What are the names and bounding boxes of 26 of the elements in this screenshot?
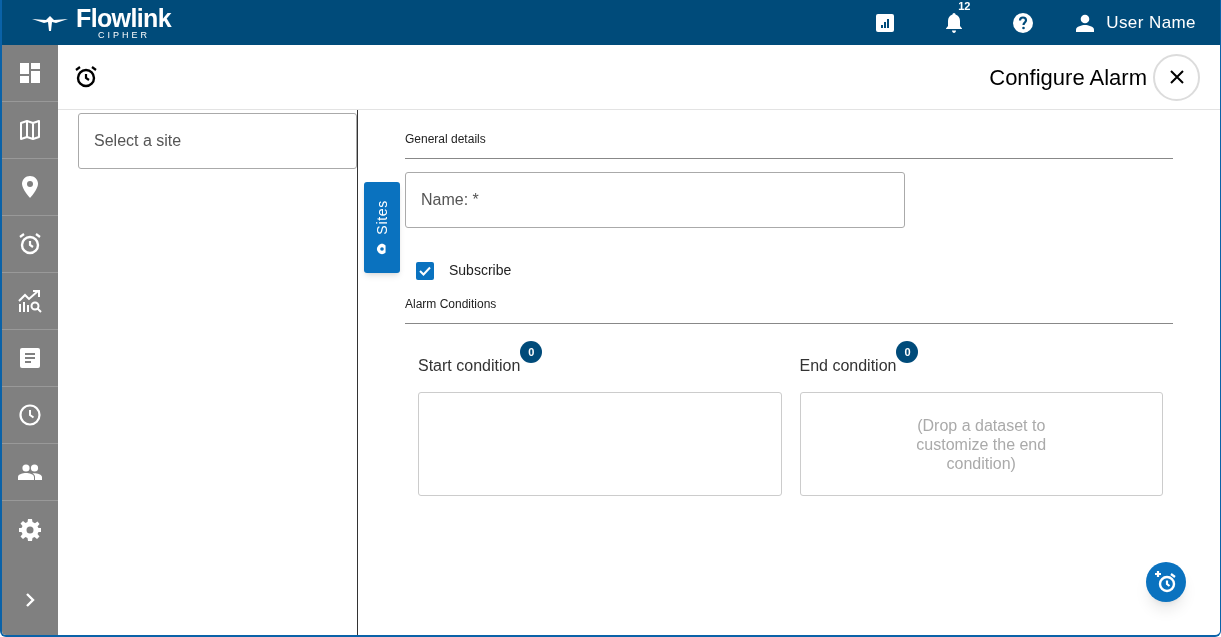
notifications-icon[interactable]	[944, 11, 965, 34]
user-icon	[1076, 13, 1095, 32]
add-alarm-icon	[1154, 570, 1178, 594]
subscribe-checkbox[interactable]	[416, 261, 434, 280]
close-icon	[1169, 70, 1184, 84]
add-alarm-button[interactable]	[1146, 562, 1186, 602]
condition-label: Start condition	[418, 356, 521, 376]
condition-count: 0	[896, 341, 919, 363]
alarm-clock-icon	[74, 65, 98, 89]
report-icon[interactable]	[875, 12, 896, 33]
page-title: Configure Alarm	[989, 63, 1147, 92]
sites-tab[interactable]: Sites	[364, 182, 400, 273]
help-icon[interactable]	[1012, 11, 1035, 34]
user-menu[interactable]: User Name	[1076, 9, 1196, 36]
drop-hint: (Drop a dataset to customize the end condition)	[915, 415, 1048, 473]
site-select[interactable]: Select a site	[78, 113, 357, 169]
logo-title: Flowlink	[76, 5, 171, 30]
condition-label: End condition	[799, 356, 897, 376]
section-heading: Alarm Conditions	[405, 297, 497, 311]
notification-count: 12	[958, 0, 971, 14]
condition-count: 0	[520, 341, 543, 363]
section-heading: General details	[405, 132, 486, 146]
logo-subtitle: CIPHER	[98, 29, 151, 40]
subscribe-label: Subscribe	[449, 261, 512, 280]
name-field[interactable]: Name: *	[405, 172, 905, 228]
close-button[interactable]	[1153, 53, 1200, 101]
